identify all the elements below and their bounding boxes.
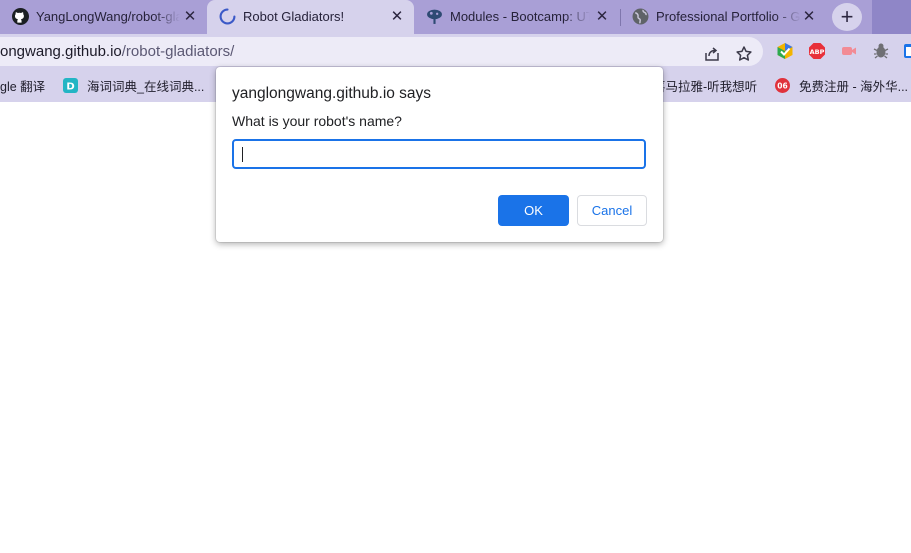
url-text[interactable]: ongwang.github.io/robot-gladiators/ <box>0 43 234 60</box>
window-extension-icon[interactable] <box>903 42 911 60</box>
window-controls-area <box>872 0 911 34</box>
tab-title: Professional Portfolio - Google <box>656 9 801 24</box>
bookmark-ximalaya[interactable]: 喜马拉雅-听我想听 <box>653 76 757 95</box>
tab-robot-gladiators[interactable]: Robot Gladiators! ✕ <box>207 0 414 34</box>
loading-spinner-icon <box>219 8 236 25</box>
tab-close-icon[interactable]: ✕ <box>389 9 405 25</box>
address-bar[interactable]: ongwang.github.io/robot-gladiators/ <box>0 37 763 66</box>
prompt-dialog: yanglongwang.github.io says What is your… <box>216 67 663 242</box>
haici-icon: D <box>63 78 78 93</box>
bookmark-haici[interactable]: D 海词词典_在线词典... <box>63 76 204 95</box>
tab-github-repo[interactable]: YangLongWang/robot-gladiators ✕ <box>0 0 207 34</box>
github-icon <box>12 8 29 25</box>
url-host: ongwang.github.io <box>0 43 122 60</box>
bookmark-label: 海词词典_在线词典... <box>87 80 205 94</box>
text-caret <box>242 147 243 162</box>
bug-extension-icon[interactable] <box>872 42 890 60</box>
bookmark-label: gle 翻译 <box>0 80 46 94</box>
tab-strip: YangLongWang/robot-gladiators ✕ Robot Gl… <box>0 0 911 34</box>
tab-close-icon[interactable]: ✕ <box>182 9 198 25</box>
tab-title: YangLongWang/robot-gladiators <box>36 9 180 24</box>
tab-title: Modules - Bootcamp: UT <box>450 9 590 24</box>
adblock-plus-icon[interactable]: ABP <box>808 42 826 60</box>
tab-professional-portfolio[interactable]: Professional Portfolio - Google ✕ <box>620 0 826 34</box>
tab-close-icon[interactable]: ✕ <box>801 9 817 25</box>
bookmark-label: 喜马拉雅-听我想听 <box>653 80 758 94</box>
svg-text:ABP: ABP <box>810 48 825 56</box>
url-path: /robot-gladiators/ <box>121 43 235 60</box>
svg-text:D: D <box>66 82 74 93</box>
browser-toolbar: ongwang.github.io/robot-gladiators/ ABP <box>0 34 911 68</box>
share-icon[interactable] <box>703 45 721 63</box>
06-icon: 06 <box>775 78 790 93</box>
robot-name-input[interactable] <box>232 139 646 169</box>
dialog-origin-title: yanglongwang.github.io says <box>232 85 432 102</box>
bookmark-label: 免费注册 - 海外华... <box>799 80 909 94</box>
bookmark-google-translate[interactable]: gle 翻译 <box>0 76 45 95</box>
tab-modules-bootcamp[interactable]: Modules - Bootcamp: UT ✕ <box>414 0 619 34</box>
new-tab-button[interactable]: + <box>832 3 862 31</box>
bootcamp-tree-icon <box>427 9 442 24</box>
bookmark-free-register[interactable]: 06 免费注册 - 海外华... <box>775 76 908 95</box>
globe-icon <box>632 8 649 25</box>
svg-text:06: 06 <box>777 82 787 91</box>
ok-button[interactable]: OK <box>498 195 569 226</box>
tab-title: Robot Gladiators! <box>243 9 345 24</box>
tab-close-icon[interactable]: ✕ <box>594 9 610 25</box>
extension-colorful-icon[interactable] <box>776 42 794 60</box>
dialog-message: What is your robot's name? <box>232 113 402 129</box>
record-icon[interactable] <box>840 42 858 60</box>
star-icon[interactable] <box>735 45 753 63</box>
cancel-button[interactable]: Cancel <box>577 195 647 226</box>
